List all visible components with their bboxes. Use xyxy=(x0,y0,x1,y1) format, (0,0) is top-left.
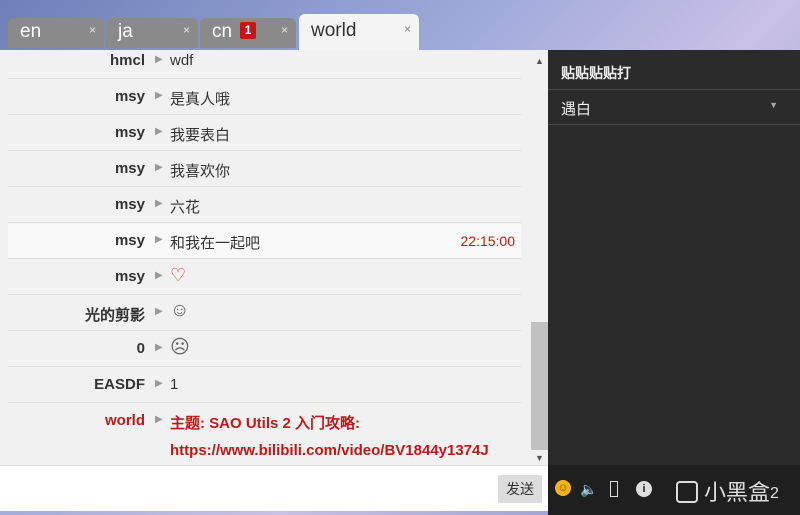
send-button[interactable]: 发送 xyxy=(498,475,542,503)
arrow-icon: ▶ xyxy=(155,342,163,353)
username[interactable]: msy xyxy=(115,124,145,141)
chat-row: 光的剪影 ▶ ☺ xyxy=(8,296,521,331)
message-time: 22:15:00 xyxy=(460,233,516,249)
channel-select[interactable]: 遇白 ▼ xyxy=(548,90,800,125)
logo-text: 小黑盒 xyxy=(704,480,771,505)
arrow-icon: ▶ xyxy=(155,306,163,317)
message-text: 我要表白 xyxy=(170,127,231,144)
username[interactable]: msy xyxy=(115,232,145,249)
close-icon[interactable]: × xyxy=(281,23,288,37)
chat-row: msy ▶ ♡ xyxy=(8,260,521,295)
tab-cn[interactable]: cn 1 × xyxy=(200,18,296,48)
username[interactable]: world xyxy=(105,412,145,429)
chat-row: EASDF ▶ 1 xyxy=(8,368,521,403)
message-text: 1 xyxy=(170,376,179,393)
username[interactable]: EASDF xyxy=(94,376,145,393)
chat-row: msy ▶ 六花 xyxy=(8,188,521,223)
username[interactable]: msy xyxy=(115,160,145,177)
close-icon[interactable]: × xyxy=(404,22,411,36)
close-icon[interactable]: × xyxy=(89,23,96,37)
arrow-icon: ▶ xyxy=(155,378,163,389)
tab-label: en xyxy=(20,21,42,42)
chat-row: hmcl ▶ wdf xyxy=(8,50,521,79)
panel-title: 贴贴贴贴打 xyxy=(561,65,631,81)
chevron-down-icon: ▼ xyxy=(769,100,778,110)
message-text: 和我在一起吧 xyxy=(170,235,261,252)
logo-mark-icon xyxy=(676,481,698,503)
message-text: 是真人哦 xyxy=(170,91,231,108)
message-text: 主题: SAO Utils 2 入门攻略: xyxy=(170,415,361,432)
heart-icon: ♡ xyxy=(170,265,187,285)
emoji-icon: ☹ xyxy=(170,337,190,358)
tab-label: world xyxy=(311,20,357,41)
tab-label: cn xyxy=(212,21,233,42)
side-panel: 贴贴贴贴打 遇白 ▼ xyxy=(548,50,800,515)
arrow-icon: ▶ xyxy=(155,54,163,65)
chat-row: msy ▶ 我要表白 xyxy=(8,116,521,151)
close-icon[interactable]: × xyxy=(183,23,190,37)
info-icon[interactable]: i xyxy=(636,481,652,497)
message-text: 六花 xyxy=(170,199,201,216)
tab-world[interactable]: world × xyxy=(299,14,419,50)
username[interactable]: msy xyxy=(115,268,145,285)
bottom-toolbar: ☺ 🔈 i 小黑盒2 xyxy=(548,465,800,515)
chat-scrollbar[interactable]: ▲ ▼ xyxy=(531,50,548,465)
tab-ja[interactable]: ja × xyxy=(106,18,198,48)
arrow-icon: ▶ xyxy=(155,198,163,209)
username[interactable]: 光的剪影 xyxy=(85,304,145,325)
tab-en[interactable]: en × xyxy=(8,18,104,48)
username[interactable]: msy xyxy=(115,196,145,213)
select-value: 遇白 xyxy=(561,101,592,118)
speaker-icon[interactable]: 🔈 xyxy=(580,481,597,498)
message-input[interactable] xyxy=(0,465,548,511)
watermark-logo: 小黑盒2 xyxy=(676,475,779,507)
phone-icon[interactable] xyxy=(610,481,618,497)
username[interactable]: 0 xyxy=(137,340,145,357)
arrow-icon: ▶ xyxy=(155,414,163,425)
chat-row: msy ▶ 我喜欢你 xyxy=(8,152,521,187)
logo-count: 2 xyxy=(770,485,779,502)
tab-label: ja xyxy=(118,21,133,42)
arrow-icon: ▶ xyxy=(155,162,163,173)
scroll-down-icon[interactable]: ▼ xyxy=(535,453,544,463)
username[interactable]: msy xyxy=(115,88,145,105)
message-text: wdf xyxy=(170,52,194,69)
chat-row: msy ▶ 和我在一起吧 22:15:00 xyxy=(8,224,521,259)
chat-log[interactable]: hmcl ▶ wdf msy ▶ 是真人哦 msy ▶ 我要表白 msy ▶ 我… xyxy=(0,50,548,465)
arrow-icon: ▶ xyxy=(155,234,163,245)
arrow-icon: ▶ xyxy=(155,126,163,137)
chat-row: msy ▶ 是真人哦 xyxy=(8,80,521,115)
scroll-up-icon[interactable]: ▲ xyxy=(535,56,544,66)
chat-row-announcement: world ▶ 主题: SAO Utils 2 入门攻略: https://ww… xyxy=(8,404,521,465)
tab-bar: en × ja × cn 1 × world × xyxy=(0,0,800,50)
arrow-icon: ▶ xyxy=(155,270,163,281)
message-link[interactable]: https://www.bilibili.com/video/BV1844y13… xyxy=(170,442,489,459)
scroll-thumb[interactable] xyxy=(531,322,548,450)
username[interactable]: hmcl xyxy=(110,52,145,69)
unread-badge: 1 xyxy=(240,22,257,39)
emoji-icon: ☺ xyxy=(170,300,190,321)
arrow-icon: ▶ xyxy=(155,90,163,101)
message-text: 我喜欢你 xyxy=(170,163,231,180)
chat-row: 0 ▶ ☹ xyxy=(8,332,521,367)
emoji-picker-icon[interactable]: ☺ xyxy=(555,480,571,496)
